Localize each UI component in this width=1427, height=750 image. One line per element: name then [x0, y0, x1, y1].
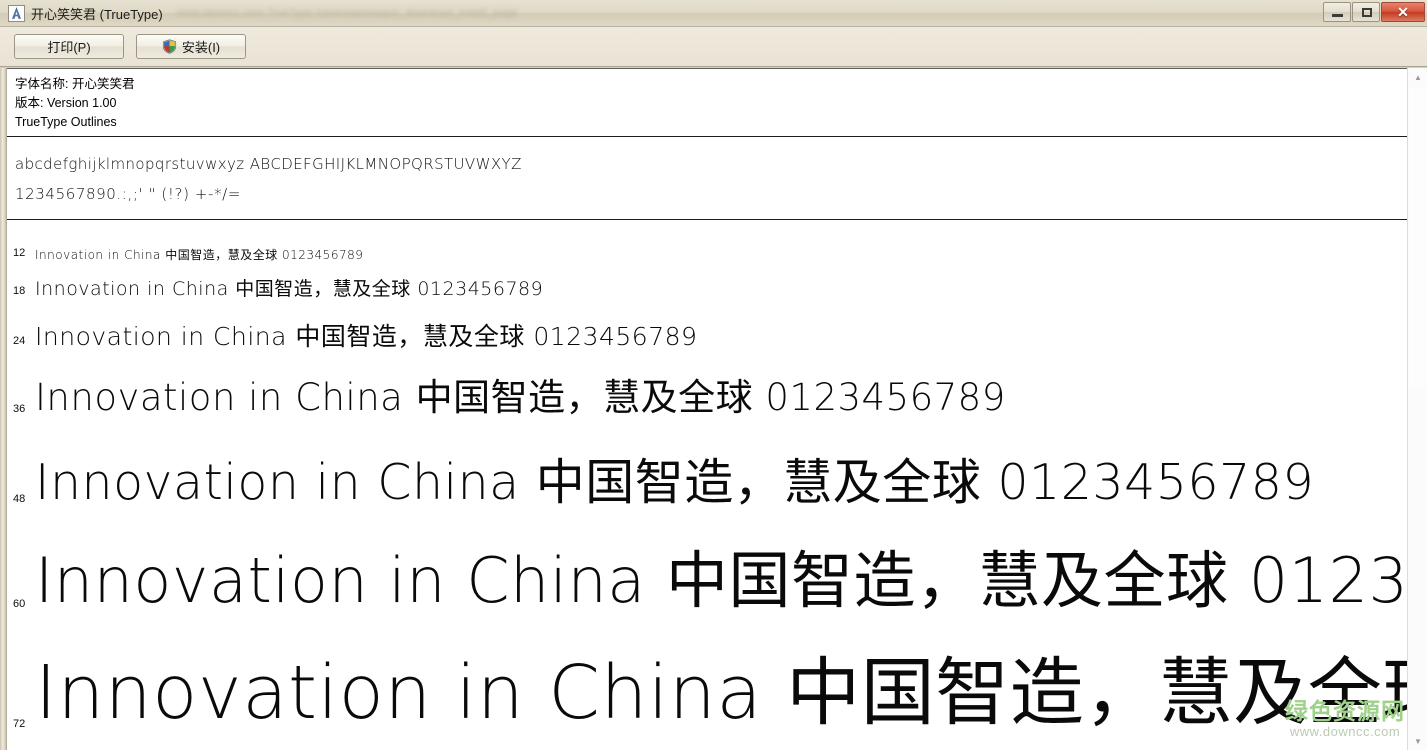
- close-icon: ✕: [1397, 4, 1409, 20]
- font-info-block: 字体名称: 开心笑笑君 版本: Version 1.00 TrueType Ou…: [7, 69, 1407, 136]
- uac-shield-icon: [162, 39, 176, 54]
- font-outlines-line: TrueType Outlines: [15, 115, 117, 129]
- title-watermark-text: www.downcc.com TrueType kaixinxiaoxiaoju…: [176, 7, 518, 19]
- install-button-label: 安装(I): [181, 40, 221, 55]
- font-name-line: 字体名称: 开心笑笑君: [15, 77, 135, 91]
- sample-row: 48 Innovation in China 中国智造，慧及全球 01234567…: [7, 418, 1407, 508]
- toolbar: 打印(P) 安装(I): [0, 27, 1427, 67]
- scroll-up-arrow-icon[interactable]: ▲: [1408, 68, 1427, 86]
- sample-row: 36 Innovation in China 中国智造，慧及全球 01234567…: [7, 350, 1407, 418]
- sample-size-label: 36: [13, 403, 26, 415]
- font-preview-content: 字体名称: 开心笑笑君 版本: Version 1.00 TrueType Ou…: [7, 68, 1407, 750]
- scroll-down-arrow-icon[interactable]: ▼: [1408, 732, 1427, 750]
- sample-text: Innovation in China 中国智造，慧及全球 0123456789: [35, 376, 1006, 418]
- close-button[interactable]: ✕: [1381, 2, 1425, 22]
- sample-text: Innovation in China 中国智造，慧及全球 0123456789: [35, 650, 1407, 733]
- sample-size-label: 24: [13, 335, 26, 347]
- sample-size-label: 60: [13, 598, 26, 610]
- sample-row: 18 Innovation in China 中国智造，慧及全球 01234567…: [7, 262, 1407, 300]
- sample-size-label: 48: [13, 493, 26, 505]
- sample-text: Innovation in China 中国智造，慧及全球 0123456789: [35, 321, 698, 350]
- sample-text: Innovation in China 中国智造，慧及全球 0123456789: [35, 248, 364, 262]
- sample-size-label: 18: [13, 285, 26, 297]
- sample-size-list: 12 Innovation in China 中国智造，慧及全球 01234567…: [7, 220, 1407, 733]
- sample-text: Innovation in China 中国智造，慧及全球 0123456789: [35, 453, 1315, 508]
- title-bar-left: 开心笑笑君 (TrueType) www.downcc.com TrueType…: [0, 4, 517, 23]
- maximize-icon: [1362, 8, 1372, 17]
- sample-size-label: 12: [13, 247, 26, 259]
- sample-row: 72 Innovation in China 中国智造，慧及全球 01234567…: [7, 613, 1407, 733]
- charset-block: abcdefghijklmnopqrstuvwxyz ABCDEFGHIJKLM…: [7, 137, 1407, 219]
- sample-text: Innovation in China 中国智造，慧及全球 0123456789: [35, 543, 1407, 613]
- charset-alphabet: abcdefghijklmnopqrstuvwxyz ABCDEFGHIJKLM…: [15, 155, 522, 173]
- vertical-scrollbar[interactable]: ▲ ▼: [1407, 68, 1427, 750]
- sample-row: 12 Innovation in China 中国智造，慧及全球 01234567…: [7, 224, 1407, 262]
- sample-row: 60 Innovation in China 中国智造，慧及全球 01234567…: [7, 508, 1407, 613]
- install-button[interactable]: 安装(I): [136, 34, 246, 59]
- font-preview-window: 开心笑笑君 (TrueType) www.downcc.com TrueType…: [0, 0, 1427, 750]
- minimize-icon: [1332, 14, 1343, 17]
- window-left-edge: [0, 68, 7, 750]
- sample-size-label: 72: [13, 718, 26, 730]
- print-button[interactable]: 打印(P): [14, 34, 124, 59]
- charset-numerals: 1234567890.:,;' " (!?) +-*/=: [15, 185, 241, 203]
- window-title: 开心笑笑君 (TrueType): [31, 6, 163, 22]
- sample-text: Innovation in China 中国智造，慧及全球 0123456789: [35, 278, 544, 300]
- window-controls: ✕: [1322, 1, 1425, 23]
- title-bar[interactable]: 开心笑笑君 (TrueType) www.downcc.com TrueType…: [0, 0, 1427, 27]
- font-file-icon: [8, 4, 25, 22]
- minimize-button[interactable]: [1323, 2, 1351, 22]
- font-version-line: 版本: Version 1.00: [15, 96, 117, 110]
- print-button-label: 打印(P): [47, 40, 91, 55]
- scrollbar-thumb[interactable]: [1409, 87, 1427, 387]
- maximize-button[interactable]: [1352, 2, 1380, 22]
- sample-row: 24 Innovation in China 中国智造，慧及全球 01234567…: [7, 300, 1407, 350]
